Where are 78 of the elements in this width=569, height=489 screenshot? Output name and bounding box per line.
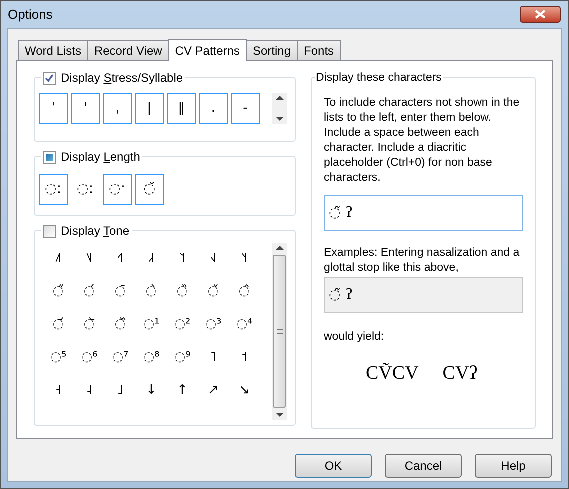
window-title: Options	[8, 6, 53, 24]
scrollbar[interactable]	[272, 243, 287, 420]
checkbox[interactable]	[43, 72, 56, 84]
symbol-option[interactable]: |	[135, 93, 164, 124]
tab[interactable]: Record View	[87, 40, 170, 60]
symbol-option[interactable]: ˧	[44, 375, 73, 406]
symbol-option[interactable]: ◌̆	[135, 174, 164, 205]
symbol-option[interactable]: ˌ	[103, 93, 132, 124]
symbol-option[interactable]: ˈ	[39, 93, 68, 124]
symbol-option[interactable]: ◌̀	[137, 276, 166, 307]
dialog-button[interactable]: Help	[475, 454, 552, 478]
symbol-option[interactable]: -	[231, 93, 260, 124]
symbol-option[interactable]: ◌⁵	[44, 342, 73, 373]
symbol-option[interactable]: ˦	[230, 342, 259, 373]
symbol-option[interactable]: ◌¹	[137, 309, 166, 340]
symbol-option[interactable]: ◌⁶	[75, 342, 104, 373]
symbol-option[interactable]: ◌̋	[44, 276, 73, 307]
scroll-up-icon[interactable]	[276, 96, 284, 100]
symbol-option[interactable]: ↗	[199, 375, 228, 406]
symbol-option[interactable]: ↓	[137, 375, 166, 406]
symbol-option[interactable]: ◌ː	[39, 174, 68, 205]
tab[interactable]: Sorting	[246, 40, 298, 60]
group-title: Display Tone	[61, 223, 130, 240]
group-title: Display Stress/Syllable	[61, 70, 184, 87]
scroll-up-icon[interactable]	[276, 246, 284, 250]
symbol-option[interactable]: ◌᷈	[106, 309, 135, 340]
symbol-option[interactable]: ˩˧	[137, 243, 166, 274]
yield-label: would yield:	[324, 330, 386, 345]
checkbox[interactable]	[43, 150, 56, 164]
symbol-option[interactable]: ◌²	[168, 309, 197, 340]
symbol-option[interactable]: ◌̏	[168, 276, 197, 307]
symbol-option[interactable]: ◌ː	[71, 174, 100, 205]
yield-example: CṼCV	[366, 362, 419, 386]
scroll-thumb[interactable]	[273, 255, 286, 408]
symbol-option[interactable]: ◌⁴	[230, 309, 259, 340]
symbol-option[interactable]: ˥˧	[230, 243, 259, 274]
scroll-down-icon[interactable]	[276, 117, 284, 121]
symbol-option[interactable]: ◌̂	[230, 276, 259, 307]
tab[interactable]: CV Patterns	[168, 39, 247, 61]
close-button[interactable]	[520, 6, 561, 23]
symbol-option[interactable]: ‖	[167, 93, 196, 124]
scrollbar[interactable]	[272, 93, 287, 124]
symbol-option[interactable]: ◌́	[75, 276, 104, 307]
symbol-option[interactable]: ˧˩	[199, 243, 228, 274]
symbol-option[interactable]: ◌⁸	[137, 342, 166, 373]
symbol-option[interactable]: ◌̌	[199, 276, 228, 307]
symbol-option[interactable]: ˩	[106, 375, 135, 406]
symbol-option[interactable]: ↘	[230, 375, 259, 406]
close-icon	[535, 10, 546, 19]
characters-field[interactable]: ◌̃ ʔ	[324, 195, 523, 231]
group-title: Display Length	[61, 149, 140, 166]
dialog-button[interactable]: Cancel	[385, 454, 462, 478]
symbol-option[interactable]: ˩˥	[44, 243, 73, 274]
symbol-option[interactable]: ◌̄	[106, 276, 135, 307]
instructions-text: To include characters not shown in the lists to the left, enter them below. Include a space between each character. Include a diacritic placeholder (Ctrl+0) for non base characters.	[324, 96, 521, 186]
symbol-option[interactable]: ◌⁹	[168, 342, 197, 373]
grip-icon	[276, 329, 282, 334]
examples-text: Examples: Entering nasalization and a glottal stop like this above,	[324, 246, 521, 276]
symbol-option[interactable]: ˥˦	[168, 243, 197, 274]
symbol-option[interactable]: ◌⁷	[106, 342, 135, 373]
symbol-option[interactable]: ˥˩	[75, 243, 104, 274]
checkbox[interactable]	[43, 224, 56, 238]
yield-example: CVʔ	[442, 362, 478, 386]
symbol-option[interactable]: ◌ˑ	[103, 174, 132, 205]
symbol-option[interactable]: ↑	[168, 375, 197, 406]
symbol-option[interactable]: ˨	[75, 375, 104, 406]
example-field[interactable]: ◌̃ ʔ	[324, 277, 523, 313]
tab[interactable]: Fonts	[297, 40, 342, 60]
symbol-option[interactable]: .	[199, 93, 228, 124]
symbol-option[interactable]: ◌᷅	[75, 309, 104, 340]
symbol-option[interactable]: ◌᷄	[44, 309, 73, 340]
symbol-option[interactable]: '	[71, 93, 100, 124]
tab[interactable]: Word Lists	[18, 40, 88, 60]
scroll-down-icon[interactable]	[276, 413, 284, 417]
symbol-option[interactable]: ˧˥	[106, 243, 135, 274]
symbol-option[interactable]: ˥	[199, 342, 228, 373]
symbol-option[interactable]: ◌³	[199, 309, 228, 340]
dialog-button[interactable]: OK	[295, 454, 372, 478]
